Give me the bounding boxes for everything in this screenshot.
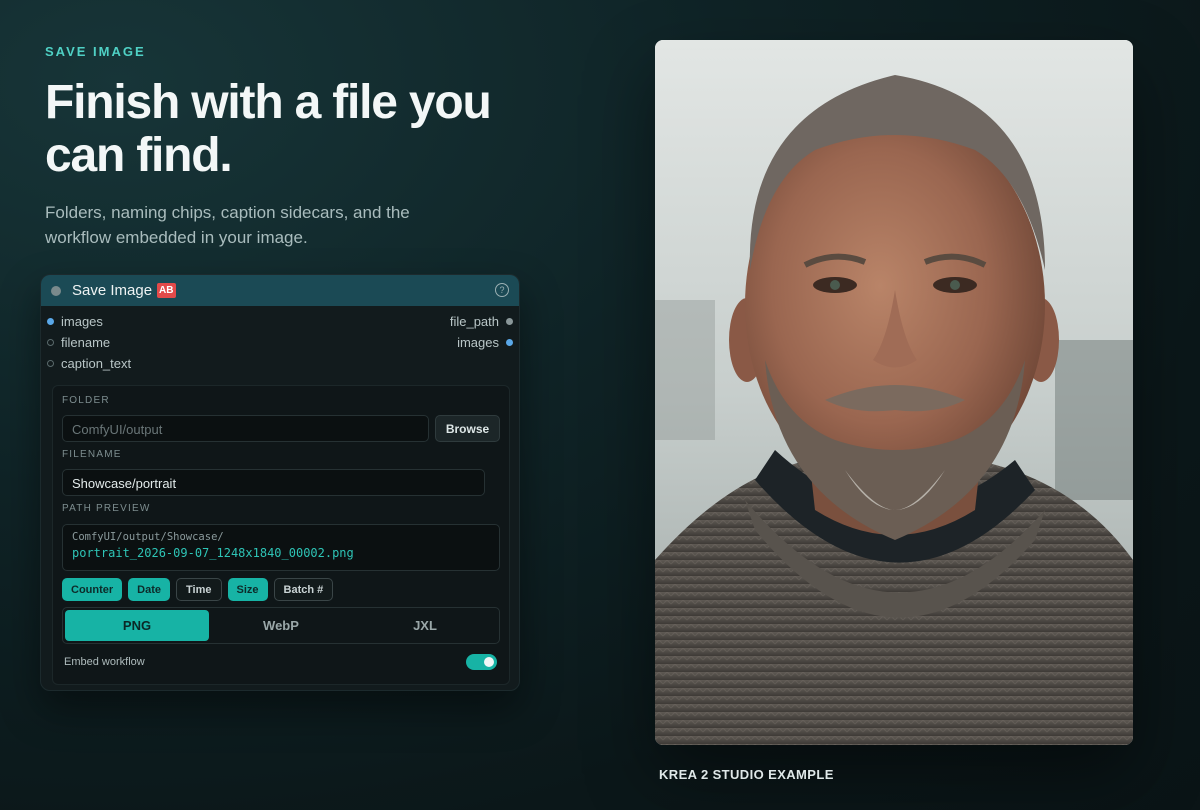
- browse-button[interactable]: Browse: [435, 415, 500, 442]
- settings-panel: FOLDER ComfyUI/output Browse FILENAME Sh…: [52, 385, 510, 685]
- embed-workflow-label: Embed workflow: [64, 656, 145, 668]
- naming-chips: Counter Date Time Size Batch #: [62, 578, 334, 601]
- format-jxl[interactable]: JXL: [353, 610, 497, 641]
- output-file-path[interactable]: file_path: [450, 314, 513, 329]
- chip-batch[interactable]: Batch #: [273, 578, 334, 601]
- portrait-illustration: [655, 40, 1133, 745]
- image-caption: KREA 2 STUDIO EXAMPLE: [659, 767, 834, 782]
- embed-workflow-toggle[interactable]: [466, 654, 497, 670]
- format-webp[interactable]: WebP: [209, 610, 353, 641]
- eyebrow-label: SAVE IMAGE: [45, 44, 146, 59]
- chip-time[interactable]: Time: [176, 578, 222, 601]
- ab-badge-icon: AB: [157, 283, 176, 298]
- portrait-photo: [655, 40, 1133, 745]
- input-label: images: [61, 314, 103, 329]
- chip-counter[interactable]: Counter: [62, 578, 123, 601]
- subhead: Folders, naming chips, caption sidecars,…: [45, 203, 410, 247]
- path-preview-dir: ComfyUI/output/Showcase/: [72, 531, 224, 543]
- filename-input[interactable]: Showcase/portrait: [62, 469, 485, 496]
- input-label: caption_text: [61, 356, 132, 371]
- output-connected-dot-icon[interactable]: [506, 339, 513, 346]
- toggle-knob: [484, 657, 494, 667]
- input-images[interactable]: images: [47, 314, 103, 329]
- path-preview-file: portrait_2026-09-07_1248x1840_00002.png: [72, 546, 354, 560]
- output-dot-icon[interactable]: [506, 318, 513, 325]
- input-connected-dot-icon[interactable]: [47, 318, 54, 325]
- format-png[interactable]: PNG: [65, 610, 209, 641]
- input-empty-dot-icon[interactable]: [47, 339, 54, 346]
- folder-label: FOLDER: [62, 395, 110, 406]
- folder-input[interactable]: ComfyUI/output: [62, 415, 429, 442]
- headline: Finish with a file you can find.: [45, 76, 492, 182]
- chip-size[interactable]: Size: [227, 578, 268, 601]
- output-images[interactable]: images: [457, 335, 513, 350]
- node-title: Save Image: [72, 282, 153, 299]
- help-icon[interactable]: ?: [495, 283, 509, 297]
- output-label: images: [457, 335, 499, 350]
- input-filename[interactable]: filename: [47, 335, 110, 350]
- input-caption-text[interactable]: caption_text: [47, 356, 131, 371]
- input-label: filename: [61, 335, 111, 350]
- chip-date[interactable]: Date: [128, 578, 171, 601]
- node-collapse-dot[interactable]: [51, 285, 61, 296]
- filename-label: FILENAME: [62, 449, 122, 460]
- output-label: file_path: [449, 314, 499, 329]
- node-header[interactable]: Save Image AB ?: [41, 275, 519, 306]
- path-preview: ComfyUI/output/Showcase/ portrait_2026-0…: [62, 524, 500, 571]
- input-empty-dot-icon[interactable]: [47, 360, 54, 367]
- path-preview-label: PATH PREVIEW: [62, 503, 151, 514]
- save-image-node[interactable]: Save Image AB ? images filename caption_…: [40, 274, 520, 691]
- format-selector: PNG WebP JXL: [62, 607, 500, 644]
